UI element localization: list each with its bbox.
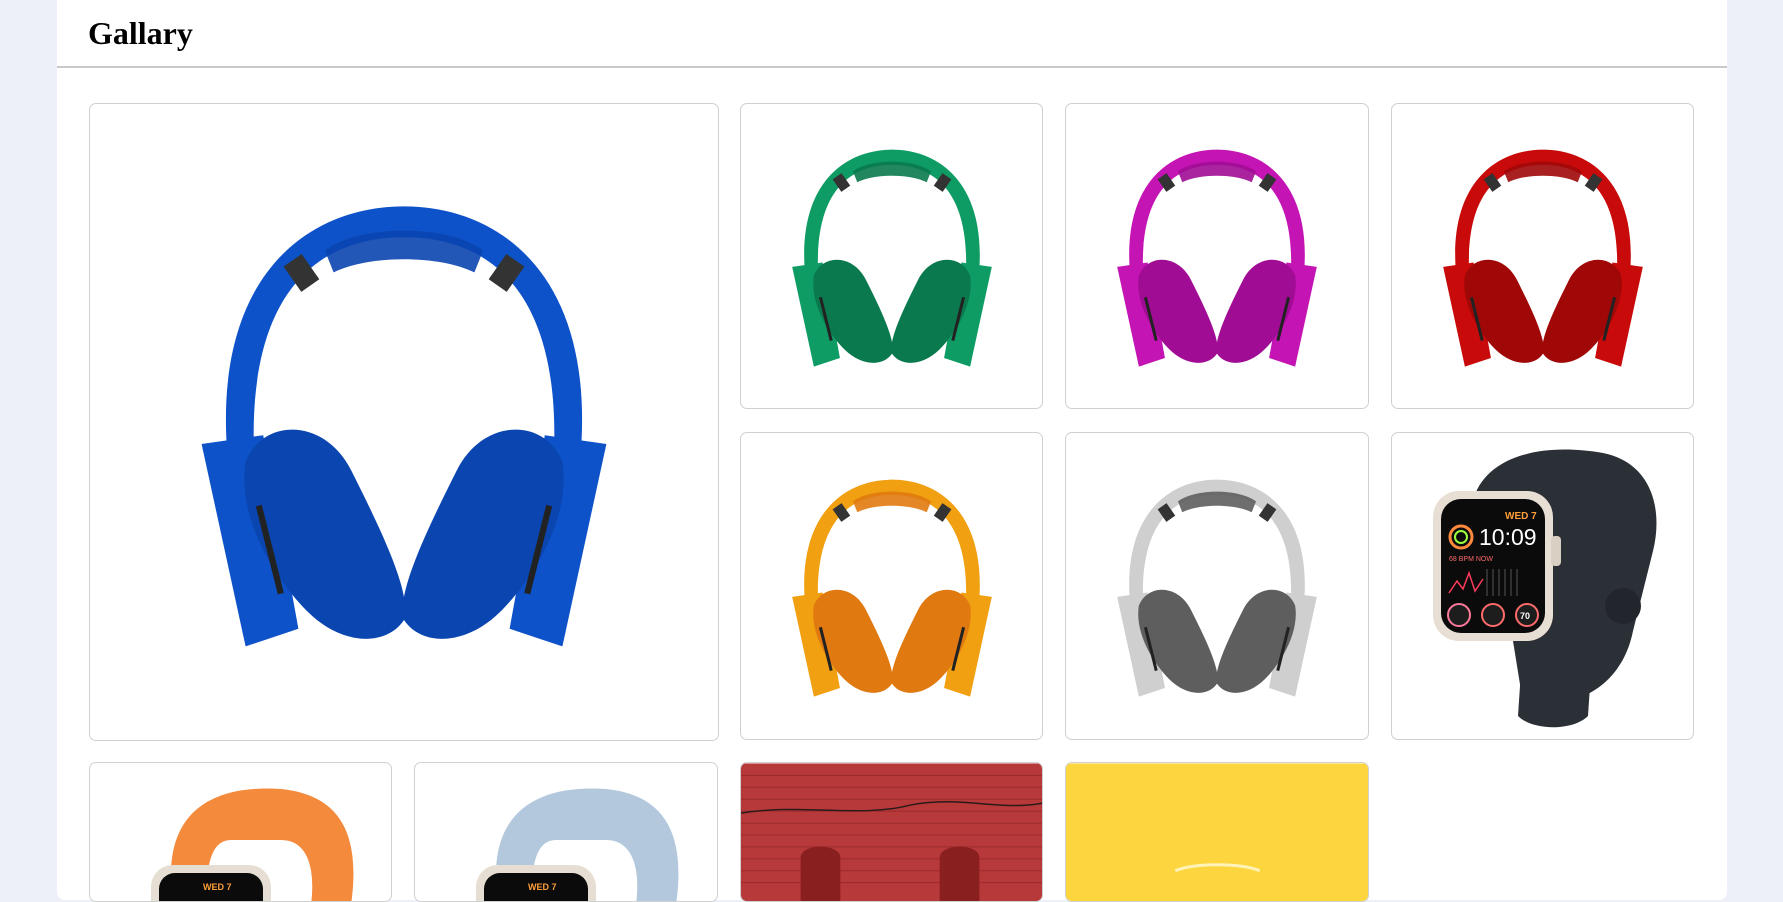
gallery-item-4[interactable] (1391, 103, 1694, 409)
gallery-header: Gallary (57, 0, 1727, 68)
headphones-green-icon (791, 149, 992, 367)
watch-heart-value: 70 (1520, 611, 1530, 621)
watch-bpm-label: 68 BPM NOW (1449, 556, 1493, 563)
music-complication-icon (1446, 603, 1471, 627)
brick-wall-photo-icon (741, 763, 1042, 901)
headphones-orange-icon (791, 479, 992, 697)
headphones-silver-icon (1117, 479, 1317, 697)
gallery-item-7[interactable]: WED 7 10:09 68 BPM NOW 70 (1391, 432, 1694, 740)
watch-day-label: WED 7 (1505, 511, 1537, 522)
brick-wall-background (741, 763, 1042, 901)
page-title: Gallary (88, 14, 193, 51)
headphones-blue-icon (201, 206, 607, 647)
smartwatch-midnight-icon: WED 7 10:09 68 BPM NOW 70 (1432, 449, 1656, 728)
watch-day-label: WED 7 (203, 882, 232, 892)
headphones-red-icon (1442, 149, 1643, 367)
yellow-background (1066, 763, 1368, 901)
gallery-item-2[interactable] (740, 103, 1043, 409)
gallery-item-5[interactable] (740, 432, 1043, 740)
arched-window-right (939, 846, 980, 901)
arched-window-left (800, 846, 841, 901)
gallery-item-6[interactable] (1065, 432, 1369, 740)
smartwatch-orange-icon: WED 7 (150, 788, 353, 901)
watch-day-label: WED 7 (528, 882, 557, 892)
watch-band-lower (1517, 641, 1593, 728)
gallery-item-10[interactable] (740, 762, 1043, 902)
gallery-item-3[interactable] (1065, 103, 1369, 409)
gallery-item-1[interactable] (89, 103, 719, 741)
workout-complication-icon (1480, 603, 1505, 627)
band-pin (1604, 588, 1641, 624)
gallery-item-8[interactable]: WED 7 (89, 762, 392, 902)
gallery-item-11[interactable] (1065, 762, 1369, 902)
digital-crown (1550, 536, 1561, 566)
smartwatch-blue-icon: WED 7 (476, 788, 679, 901)
watch-time-label: 10:09 (1479, 524, 1537, 550)
yellow-photo-icon (1066, 763, 1368, 901)
headphones-magenta-icon (1117, 149, 1317, 367)
gallery-item-9[interactable]: WED 7 (414, 762, 718, 902)
